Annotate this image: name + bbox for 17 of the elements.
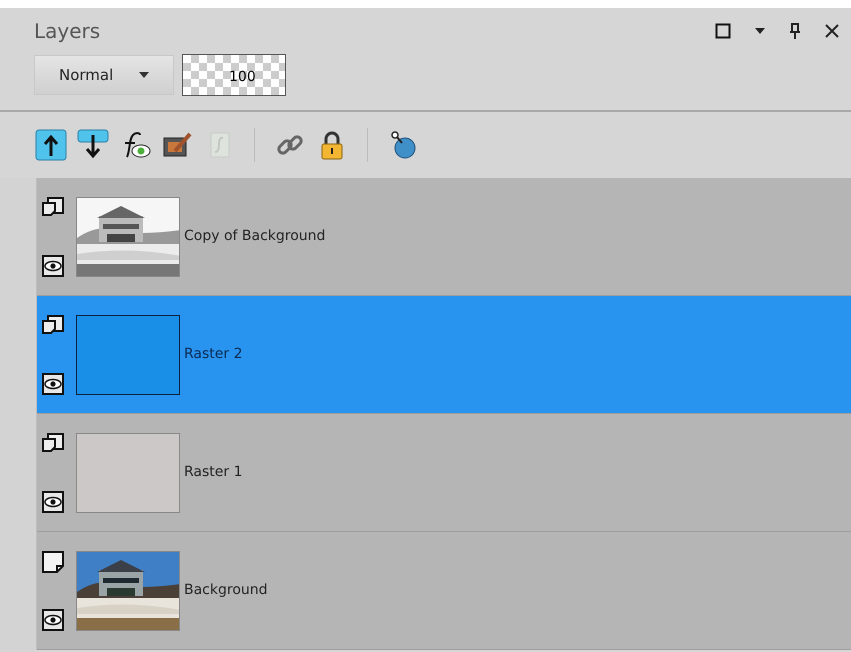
- caret-icon: [139, 72, 149, 78]
- layer-row[interactable]: Raster 2: [37, 296, 851, 414]
- layer-row[interactable]: Raster 1: [37, 414, 851, 532]
- layer-name: Raster 2: [184, 345, 243, 364]
- blend-mode-dropdown[interactable]: Normal: [34, 55, 174, 95]
- layer-row[interactable]: Copy of Background: [37, 178, 851, 296]
- arrow-up-icon[interactable]: [34, 127, 68, 163]
- eye-icon[interactable]: [42, 372, 64, 394]
- opacity-field[interactable]: 100: [182, 54, 286, 96]
- panel-title: Layers: [34, 18, 100, 45]
- layer-name: Raster 1: [184, 463, 243, 482]
- layer-row[interactable]: Background: [37, 532, 851, 650]
- eye-icon[interactable]: [42, 490, 64, 512]
- layer-name: Background: [184, 581, 268, 600]
- eye-icon[interactable]: [42, 254, 64, 276]
- eye-icon[interactable]: [42, 608, 64, 630]
- layer-name: Copy of Background: [184, 227, 326, 246]
